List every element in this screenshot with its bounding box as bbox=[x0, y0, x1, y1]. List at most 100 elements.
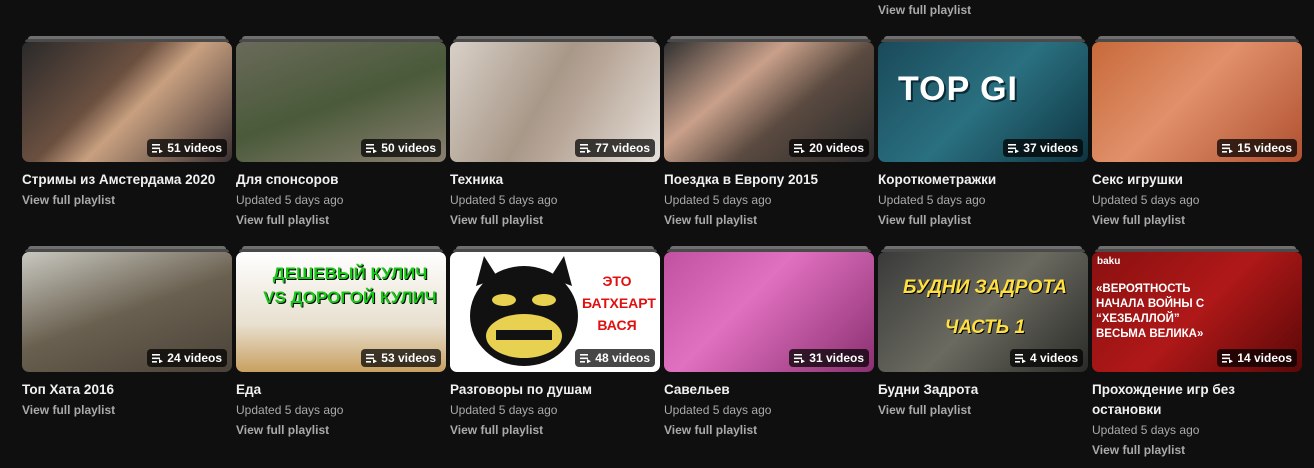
playlist-card[interactable]: 20 videos Поездка в Европу 2015 Updated 5 … bbox=[664, 36, 874, 246]
view-full-playlist-link[interactable]: View full playlist bbox=[878, 400, 1088, 420]
playlist-thumbnail[interactable]: ЭТО БАТХЕАРТ ВАСЯ 48 videos bbox=[450, 252, 660, 372]
video-count-text: 77 videos bbox=[595, 141, 650, 155]
playlist-updated-text: Updated 5 days ago bbox=[1092, 423, 1200, 437]
playlist-title[interactable]: Поездка в Европу 2015 bbox=[664, 170, 874, 190]
playlist-title[interactable]: Техника bbox=[450, 170, 660, 190]
playlist-thumbnail[interactable]: 51 videos bbox=[22, 42, 232, 162]
video-count-badge: 4 videos bbox=[1009, 349, 1083, 367]
view-full-playlist-link[interactable]: View full playlist bbox=[236, 210, 446, 230]
video-count-badge: 37 videos bbox=[1003, 139, 1083, 157]
playlist-thumbnail-stack[interactable]: 50 videos bbox=[236, 36, 446, 162]
video-count-badge: 53 videos bbox=[361, 349, 441, 367]
view-full-playlist-link[interactable]: View full playlist bbox=[450, 420, 660, 440]
view-full-playlist-link[interactable]: View full playlist bbox=[1092, 440, 1302, 460]
playlist-card[interactable]: «ВЕРОЯТНОСТЬ НАЧАЛА ВОЙНЫ С “ХЕЗБАЛЛОЙ” … bbox=[1092, 246, 1302, 457]
playlist-thumbnail[interactable]: 15 videos bbox=[1092, 42, 1302, 162]
playlist-card[interactable]: ДЕШЕВЫЙ КУЛИЧ VS ДОРОГОЙ КУЛИЧ 53 videos Е… bbox=[236, 246, 446, 456]
playlist-thumbnail-stack[interactable]: 31 videos bbox=[664, 246, 874, 372]
playlist-thumbnail[interactable]: 24 videos bbox=[22, 252, 232, 372]
playlist-updated-text: Updated 5 days ago bbox=[878, 193, 986, 207]
video-count-badge: 50 videos bbox=[361, 139, 441, 157]
playlist-thumbnail-stack[interactable]: БУДНИ ЗАДРОТА ЧАСТЬ 1 4 videos bbox=[878, 246, 1088, 372]
playlist-thumbnail-stack[interactable]: 20 videos bbox=[664, 36, 874, 162]
playlist-title[interactable]: Для спонсоров bbox=[236, 170, 446, 190]
playlist-icon bbox=[366, 353, 378, 363]
playlist-thumbnail[interactable]: БУДНИ ЗАДРОТА ЧАСТЬ 1 4 videos bbox=[878, 252, 1088, 372]
thumbnail-caption: БУДНИ ЗАДРОТА ЧАСТЬ 1 bbox=[903, 277, 1067, 338]
channel-brand-logo: baku bbox=[1097, 256, 1121, 267]
playlist-icon bbox=[1222, 353, 1234, 363]
playlist-card[interactable]: БУДНИ ЗАДРОТА ЧАСТЬ 1 4 videos Будни Задро… bbox=[878, 246, 1088, 456]
playlist-title[interactable]: Стримы из Амстердама 2020 bbox=[22, 170, 232, 190]
playlist-thumbnail[interactable]: 20 videos bbox=[664, 42, 874, 162]
playlist-card[interactable]: 31 videos Савельев Updated 5 days ago View … bbox=[664, 246, 874, 456]
playlist-title[interactable]: Савельев bbox=[664, 380, 874, 400]
playlist-card[interactable]: 51 videos Стримы из Амстердама 2020 View f… bbox=[22, 36, 232, 246]
thumbnail-caption: «ВЕРОЯТНОСТЬ НАЧАЛА ВОЙНЫ С “ХЕЗБАЛЛОЙ” … bbox=[1096, 283, 1205, 340]
playlist-updated-text: Updated 5 days ago bbox=[1092, 193, 1200, 207]
video-count-badge: 15 videos bbox=[1217, 139, 1297, 157]
playlist-thumbnail-stack[interactable]: ЭТО БАТХЕАРТ ВАСЯ 48 videos bbox=[450, 246, 660, 372]
playlist-thumbnail[interactable]: TOP GI 37 videos bbox=[878, 42, 1088, 162]
view-full-playlist-link[interactable]: View full playlist bbox=[878, 210, 1088, 230]
playlist-thumbnail[interactable]: ДЕШЕВЫЙ КУЛИЧ VS ДОРОГОЙ КУЛИЧ 53 videos bbox=[236, 252, 446, 372]
playlist-thumbnail-stack[interactable]: 15 videos bbox=[1092, 36, 1302, 162]
view-full-playlist-link[interactable]: View full playlist bbox=[22, 190, 232, 210]
view-full-playlist-link[interactable]: View full playlist bbox=[236, 420, 446, 440]
playlist-icon bbox=[152, 143, 164, 153]
video-count-text: 31 videos bbox=[809, 351, 864, 365]
playlist-title[interactable]: Разговоры по душам bbox=[450, 380, 660, 400]
video-count-text: 53 videos bbox=[381, 351, 436, 365]
playlist-thumbnail[interactable]: 31 videos bbox=[664, 252, 874, 372]
playlist-thumbnail[interactable]: 77 videos bbox=[450, 42, 660, 162]
thumbnail-caption: TOP GI bbox=[898, 70, 1019, 108]
playlist-thumbnail-stack[interactable]: 24 videos bbox=[22, 246, 232, 372]
playlist-card[interactable]: 15 videos Секс игрушки Updated 5 days ago V… bbox=[1092, 36, 1302, 246]
thumbnail-caption: ДЕШЕВЫЙ КУЛИЧ VS ДОРОГОЙ КУЛИЧ bbox=[263, 264, 437, 307]
playlist-card[interactable]: 77 videos Техника Updated 5 days ago View f… bbox=[450, 36, 660, 246]
view-full-playlist-link[interactable]: View full playlist bbox=[1092, 210, 1302, 230]
playlist-grid: 51 videos Стримы из Амстердама 2020 View f… bbox=[22, 36, 1302, 457]
playlist-updated-text: Updated 5 days ago bbox=[236, 193, 344, 207]
video-count-badge: 14 videos bbox=[1217, 349, 1297, 367]
video-count-text: 14 videos bbox=[1237, 351, 1292, 365]
video-count-badge: 48 videos bbox=[575, 349, 655, 367]
video-count-text: 48 videos bbox=[595, 351, 650, 365]
video-count-badge: 51 videos bbox=[147, 139, 227, 157]
video-count-badge: 20 videos bbox=[789, 139, 869, 157]
playlist-thumbnail[interactable]: 50 videos bbox=[236, 42, 446, 162]
playlist-updated-text: Updated 5 days ago bbox=[664, 193, 772, 207]
playlist-thumbnail-stack[interactable]: «ВЕРОЯТНОСТЬ НАЧАЛА ВОЙНЫ С “ХЕЗБАЛЛОЙ” … bbox=[1092, 246, 1302, 372]
playlist-icon bbox=[1008, 143, 1020, 153]
view-full-playlist-link[interactable]: View full playlist bbox=[664, 420, 874, 440]
view-full-playlist-link[interactable]: View full playlist bbox=[878, 3, 971, 17]
playlist-title[interactable]: Еда bbox=[236, 380, 446, 400]
video-count-text: 50 videos bbox=[381, 141, 436, 155]
playlist-thumbnail-stack[interactable]: ДЕШЕВЫЙ КУЛИЧ VS ДОРОГОЙ КУЛИЧ 53 videos bbox=[236, 246, 446, 372]
playlist-title[interactable]: Топ Хата 2016 bbox=[22, 380, 232, 400]
view-full-playlist-link[interactable]: View full playlist bbox=[664, 210, 874, 230]
playlist-thumbnail-stack[interactable]: TOP GI 37 videos bbox=[878, 36, 1088, 162]
playlist-title[interactable]: Секс игрушки bbox=[1092, 170, 1302, 190]
playlist-title[interactable]: Короткометражки bbox=[878, 170, 1088, 190]
playlist-card[interactable]: 24 videos Топ Хата 2016 View full playlist bbox=[22, 246, 232, 456]
playlist-card[interactable]: ЭТО БАТХЕАРТ ВАСЯ 48 videos Разговоры по д… bbox=[450, 246, 660, 456]
playlist-title[interactable]: Будни Задрота bbox=[878, 380, 1088, 400]
video-count-text: 37 videos bbox=[1023, 141, 1078, 155]
video-count-badge: 31 videos bbox=[789, 349, 869, 367]
playlist-thumbnail-stack[interactable]: 77 videos bbox=[450, 36, 660, 162]
view-full-playlist-link[interactable]: View full playlist bbox=[22, 400, 232, 420]
playlist-card[interactable]: TOP GI 37 videos Короткометражки Updated 5 … bbox=[878, 36, 1088, 246]
playlist-thumbnail[interactable]: «ВЕРОЯТНОСТЬ НАЧАЛА ВОЙНЫ С “ХЕЗБАЛЛОЙ” … bbox=[1092, 252, 1302, 372]
playlist-icon bbox=[580, 353, 592, 363]
playlist-icon bbox=[794, 353, 806, 363]
playlist-title[interactable]: Прохождение игр без остановки bbox=[1092, 380, 1302, 420]
playlist-updated-text: Updated 5 days ago bbox=[450, 193, 558, 207]
view-full-playlist-link[interactable]: View full playlist bbox=[450, 210, 660, 230]
video-count-text: 24 videos bbox=[167, 351, 222, 365]
video-count-text: 51 videos bbox=[167, 141, 222, 155]
playlist-card[interactable]: 50 videos Для спонсоров Updated 5 days ago… bbox=[236, 36, 446, 246]
playlist-icon bbox=[1222, 143, 1234, 153]
playlist-thumbnail-stack[interactable]: 51 videos bbox=[22, 36, 232, 162]
playlist-updated-text: Updated 5 days ago bbox=[450, 403, 558, 417]
